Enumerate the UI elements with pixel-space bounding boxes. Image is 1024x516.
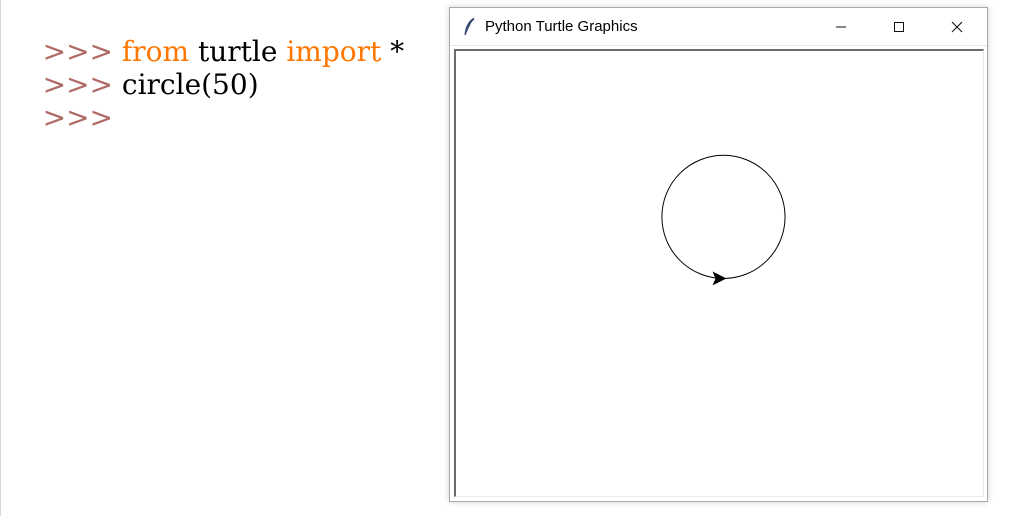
drawn-circle <box>661 154 786 279</box>
window-titlebar[interactable]: Python Turtle Graphics <box>450 8 987 46</box>
import-star: * <box>381 35 405 68</box>
maximize-icon <box>894 22 904 32</box>
close-button[interactable] <box>934 8 980 46</box>
window-title: Python Turtle Graphics <box>485 18 638 35</box>
turtle-graphics-window[interactable]: Python Turtle Graphics <box>449 7 988 502</box>
turtle-canvas[interactable] <box>456 51 983 496</box>
turtle-arrow-icon <box>712 271 727 286</box>
shell-line-import: >>> from turtle import * <box>7 1 405 68</box>
maximize-button[interactable] <box>876 8 922 46</box>
turtle-canvas-frame <box>454 49 984 497</box>
shell-line-circle: >>> circle(50) <box>7 34 259 101</box>
minimize-icon <box>836 26 846 28</box>
shell-prompt: >>> <box>42 101 113 134</box>
feather-icon <box>464 17 475 36</box>
circle-call: circle(50) <box>121 68 259 101</box>
close-icon <box>951 21 963 33</box>
minimize-button[interactable] <box>818 8 864 46</box>
shell-line-empty[interactable]: >>> <box>7 67 113 134</box>
keyword-import: import <box>286 35 382 68</box>
